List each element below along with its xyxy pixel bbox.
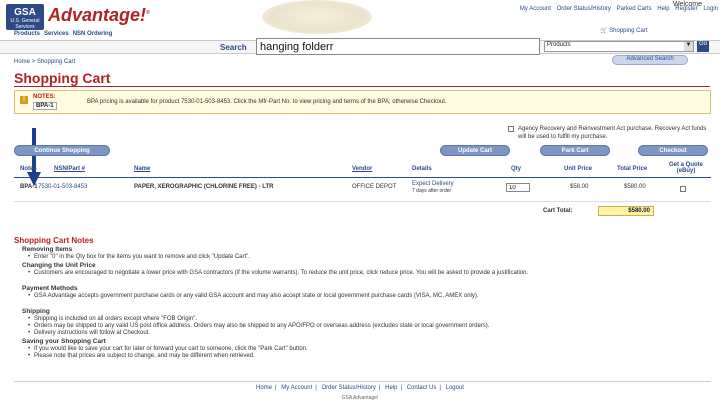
footer-copyright: GSA Advantage! [341, 395, 379, 401]
col-quote: Get a Quote (eBuy) [668, 162, 703, 174]
chevron-down-icon: ▼ [684, 42, 693, 51]
footer-link-contact[interactable]: Contact Us [407, 385, 437, 391]
cart-notes-item: Please note that prices are subject to c… [28, 353, 704, 359]
row-part[interactable]: 7530-01-503-8453 [38, 184, 87, 190]
notes-code-badge: BPA-1 [33, 102, 57, 110]
notes-box: ! NOTES: BPA-1 BPA pricing is available … [14, 90, 711, 114]
cart-notes-item: Delivery instructions will follow at Che… [28, 330, 704, 336]
search-scope-select[interactable]: Products ▼ [544, 41, 694, 52]
row-name[interactable]: PAPER, XEROGRAPHIC (CHLORINE FREE) - LTR [134, 184, 273, 190]
col-notes: Notes [20, 166, 37, 172]
cart-notes-item: Shipping is included on all orders excep… [28, 316, 704, 322]
notes-text: BPA pricing is available for product 753… [87, 99, 447, 105]
footer-links: Home | My Account | Order Status/History | … [256, 385, 464, 391]
top-link-register[interactable]: Register [675, 6, 697, 12]
top-link-account[interactable]: My Account [520, 6, 551, 12]
cart-notes-item: Orders may be shipped to any valid US po… [28, 323, 704, 329]
gsa-logo[interactable]: GSA U.S. General Services Administration [6, 4, 44, 36]
row-divider [14, 201, 711, 202]
recovery-act-checkbox[interactable] [508, 126, 514, 132]
advanced-search-button[interactable]: Advanced Search [612, 55, 688, 65]
checkout-button[interactable]: Checkout [638, 145, 708, 156]
top-link-help[interactable]: Help [657, 6, 669, 12]
col-vendor[interactable]: Vendor [352, 166, 372, 172]
col-details: Details [412, 166, 432, 172]
col-part[interactable]: NSN/Part # [54, 166, 85, 172]
footer-link-home[interactable]: Home [256, 385, 272, 391]
footer-divider [14, 381, 711, 382]
mini-cart-link[interactable]: 🛒 Shopping Cart [600, 27, 648, 34]
agency-name: Products Services NSN Ordering [14, 31, 112, 37]
col-unit-price: Unit Price [564, 166, 593, 172]
row-details-1: Expect Delivery [412, 181, 454, 187]
page-title: Shopping Cart [14, 70, 111, 86]
cart-notes-heading: Saving your Shopping Cart [22, 338, 106, 345]
footer-link-account[interactable]: My Account [281, 385, 312, 391]
search-go-button[interactable]: Go [697, 41, 709, 52]
row-note[interactable]: BPA-1 [20, 184, 38, 190]
cart-notes-heading: Payment Methods [22, 285, 78, 292]
cart-notes-title: Shopping Cart Notes [14, 236, 94, 245]
qty-input[interactable] [506, 183, 530, 192]
col-qty: Qty [511, 166, 522, 172]
cart-notes-heading: Shipping [22, 308, 50, 315]
quote-checkbox[interactable] [680, 186, 686, 192]
site-header: GSA U.S. General Services Administration … [0, 0, 720, 37]
title-divider [14, 86, 710, 87]
top-link-orders[interactable]: Order Status/History [557, 6, 611, 12]
cart-notes-item: Enter "0" in the Qty box for the items y… [28, 254, 704, 260]
continue-shopping-button[interactable]: Continue Shopping [14, 145, 110, 156]
row-vendor: OFFICE DEPOT [352, 184, 397, 190]
top-link-parked[interactable]: Parked Carts [617, 6, 652, 12]
col-name[interactable]: Name [134, 166, 150, 172]
breadcrumb[interactable]: Home > Shopping Cart [14, 59, 75, 65]
recovery-act-label: Agency Recovery and Reinvestment Act pur… [518, 126, 707, 140]
cart-total-label: Cart Total: [543, 208, 573, 214]
update-cart-button[interactable]: Update Cart [440, 145, 510, 156]
agency-name-link-nsn[interactable]: NSN Ordering [73, 31, 113, 37]
brand-title[interactable]: Advantage!® [48, 5, 150, 26]
row-details-2: 7 days after order [412, 188, 452, 194]
agency-name-link-services[interactable]: Services [44, 31, 69, 37]
row-total-price: $580.00 [624, 184, 646, 190]
search-label: Search [220, 43, 247, 52]
cart-notes-heading: Changing the Unit Price [22, 262, 96, 269]
col-total-price: Total Price [617, 166, 648, 172]
cart-total-value: $580.00 [598, 206, 654, 216]
search-input[interactable] [256, 38, 540, 55]
notes-label: NOTES: [33, 94, 56, 100]
cart-notes-heading: Removing Items [22, 246, 73, 253]
cart-table-header: Notes NSN/Part # Name Vendor Details Qty… [14, 162, 711, 178]
seal-graphic [262, 0, 372, 34]
cart-icon: 🛒 [600, 28, 608, 34]
table-row: BPA-1 7530-01-503-8453 PAPER, XEROGRAPHI… [14, 180, 711, 198]
top-link-login[interactable]: Login [703, 6, 718, 12]
footer-link-orders[interactable]: Order Status/History [322, 385, 376, 391]
warning-icon: ! [20, 96, 28, 104]
footer-link-help[interactable]: Help [385, 385, 397, 391]
agency-name-link-products[interactable]: Products [14, 31, 40, 37]
footer-link-logout[interactable]: Logout [446, 385, 464, 391]
park-cart-button[interactable]: Park Cart [540, 145, 610, 156]
cart-notes-item: Customers are encouraged to negotiate a … [28, 270, 704, 277]
top-links: My Account Order Status/History Parked C… [438, 6, 718, 12]
cart-notes-item: GSA Advantage accepts government purchas… [28, 293, 704, 300]
cart-notes-item: If you would like to save your cart for … [28, 346, 704, 352]
row-unit-price[interactable]: $58.00 [570, 184, 588, 190]
